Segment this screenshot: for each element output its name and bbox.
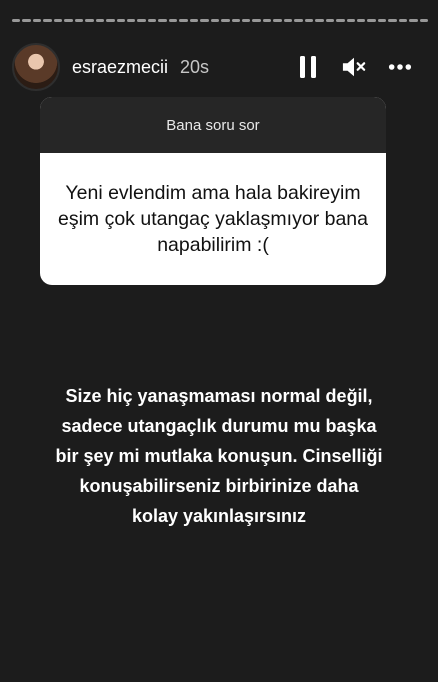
progress-segment (283, 19, 293, 22)
progress-segment (200, 19, 209, 22)
progress-segment (315, 19, 324, 22)
question-sticker-header: Bana soru sor (40, 97, 386, 153)
mute-icon[interactable] (342, 55, 366, 79)
progress-segment (116, 19, 125, 22)
progress-segment (85, 19, 94, 22)
progress-segment (95, 19, 105, 22)
progress-segment (221, 19, 230, 22)
pause-icon[interactable] (296, 55, 320, 79)
progress-segment (273, 19, 282, 22)
progress-segment (252, 19, 261, 22)
progress-segment (241, 19, 251, 22)
progress-segment (126, 19, 136, 22)
post-time: 20s (180, 56, 210, 77)
progress-segment (106, 19, 115, 22)
story-progress-bars (12, 19, 429, 22)
progress-segment (137, 19, 146, 22)
progress-segment (304, 19, 314, 22)
progress-segment (388, 19, 397, 22)
progress-segment (64, 19, 73, 22)
progress-segment (356, 19, 366, 22)
progress-segment (158, 19, 167, 22)
progress-segment (346, 19, 355, 22)
progress-segment (189, 19, 199, 22)
progress-segment (22, 19, 31, 22)
story-header: esraezmecii 20s (12, 42, 426, 92)
progress-segment (231, 19, 240, 22)
question-sticker: Bana soru sor Yeni evlendim ama hala bak… (40, 97, 386, 285)
progress-segment (262, 19, 272, 22)
progress-segment (367, 19, 376, 22)
progress-segment (377, 19, 387, 22)
progress-segment (32, 19, 42, 22)
question-text: Yeni evlendim ama hala bakireyim eşim ço… (58, 182, 368, 256)
progress-segment (294, 19, 303, 22)
username[interactable]: esraezmecii (72, 57, 168, 78)
answer-text: Size hiç yanaşmaması normal değil, sadec… (55, 386, 383, 526)
avatar[interactable] (12, 43, 60, 91)
more-icon[interactable] (388, 55, 412, 79)
story-viewer[interactable]: esraezmecii 20s Bana soru sor Yeni evlen… (0, 0, 438, 682)
progress-segment (179, 19, 188, 22)
progress-segment (398, 19, 408, 22)
progress-segment (419, 19, 429, 22)
story-controls (296, 55, 412, 79)
progress-segment (210, 19, 220, 22)
progress-segment (12, 19, 21, 22)
progress-segment (74, 19, 84, 22)
progress-segment (325, 19, 335, 22)
progress-segment (147, 19, 157, 22)
progress-segment (43, 19, 52, 22)
progress-segment (168, 19, 178, 22)
progress-segment (53, 19, 63, 22)
progress-segment (336, 19, 345, 22)
progress-segment (409, 19, 418, 22)
